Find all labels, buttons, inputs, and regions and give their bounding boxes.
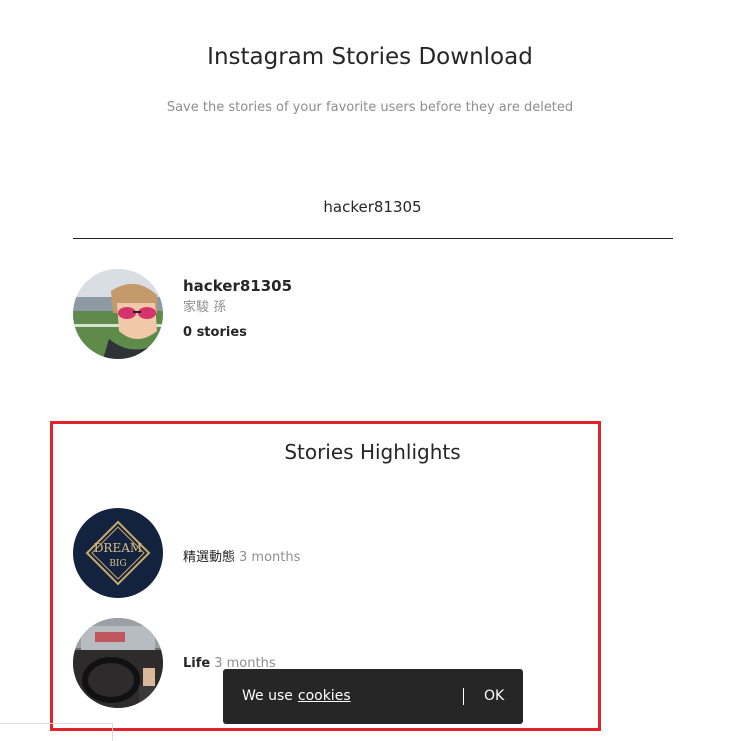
profile-avatar[interactable] [73, 269, 163, 359]
highlight-item-1[interactable]: 精選動態 3 months [183, 546, 300, 565]
highlight-cover-1[interactable]: DREAM BIG [73, 508, 163, 598]
driving-cover-image [73, 618, 163, 708]
dream-big-cover-image: DREAM BIG [73, 508, 163, 598]
profile-stories-count: 0 stories [183, 325, 247, 340]
search-input[interactable]: hacker81305 [0, 198, 740, 216]
profile-full-name: 家駿 孫 [183, 300, 227, 315]
cover-text-big: BIG [109, 559, 126, 569]
page-subtitle: Save the stories of your favorite users … [166, 100, 574, 115]
search-underline [73, 238, 673, 239]
cookie-ok-button[interactable]: OK [484, 688, 504, 704]
cookie-consent-bar: We use cookies OK [223, 669, 523, 724]
cookie-message: We use [242, 688, 293, 704]
highlight-cover-2[interactable] [73, 618, 163, 708]
profile-username[interactable]: hacker81305 [183, 277, 292, 295]
highlight-name: Life [183, 656, 211, 671]
highlight-age: 3 months [239, 550, 301, 565]
highlights-title: Stories Highlights [284, 440, 461, 464]
cookie-divider [463, 688, 464, 705]
cover-text-dream: DREAM [94, 541, 142, 555]
page-title: Instagram Stories Download [207, 44, 533, 70]
highlight-name: 精選動態 [183, 550, 236, 565]
bottom-left-divider [0, 723, 113, 741]
cookies-link[interactable]: cookies [298, 688, 351, 704]
cookie-text: We use cookies [242, 688, 351, 704]
profile-avatar-image [73, 269, 163, 359]
